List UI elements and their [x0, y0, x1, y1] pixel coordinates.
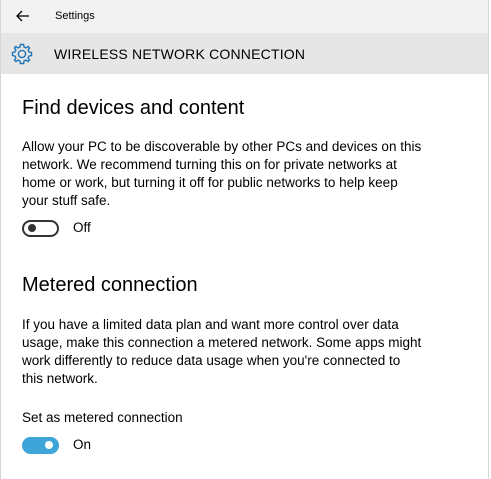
gear-icon [11, 43, 33, 65]
settings-window: Settings WIRELESS NETWORK CONNECTION Fin… [0, 0, 489, 479]
page-title: WIRELESS NETWORK CONNECTION [54, 46, 306, 62]
page-header: WIRELESS NETWORK CONNECTION [1, 33, 488, 74]
arrow-left-icon [16, 10, 29, 22]
find-devices-toggle[interactable] [22, 219, 59, 237]
description-line: this network. [22, 371, 98, 386]
description-line: home or work, but turning it off for pub… [22, 175, 398, 190]
metered-connection-description: If you have a limited data plan and want… [22, 316, 432, 388]
metered-connection-heading: Metered connection [22, 274, 198, 296]
description-line: Allow your PC to be discoverable by othe… [22, 139, 422, 154]
description-line: usage, make this connection a metered ne… [22, 335, 422, 350]
back-button[interactable] [13, 7, 33, 25]
find-devices-toggle-row[interactable]: Off [22, 218, 91, 238]
toggle-knob [45, 441, 53, 449]
title-bar: Settings [1, 0, 488, 33]
metered-toggle-row[interactable]: On [22, 435, 91, 455]
metered-toggle-label: On [73, 437, 92, 452]
find-devices-toggle-label: Off [73, 220, 91, 235]
app-title: Settings [55, 10, 95, 22]
metered-connection-toggle[interactable] [22, 436, 59, 454]
toggle-knob [28, 224, 36, 232]
metered-setting-label: Set as metered connection [22, 410, 183, 425]
find-devices-description: Allow your PC to be discoverable by othe… [22, 138, 432, 210]
description-line: your stuff safe. [22, 193, 111, 208]
description-line: If you have a limited data plan and want… [22, 317, 399, 332]
description-line: network. We recommend turning this on fo… [22, 157, 397, 172]
description-line: work differently to reduce data usage wh… [22, 353, 401, 368]
find-devices-heading: Find devices and content [22, 97, 245, 119]
